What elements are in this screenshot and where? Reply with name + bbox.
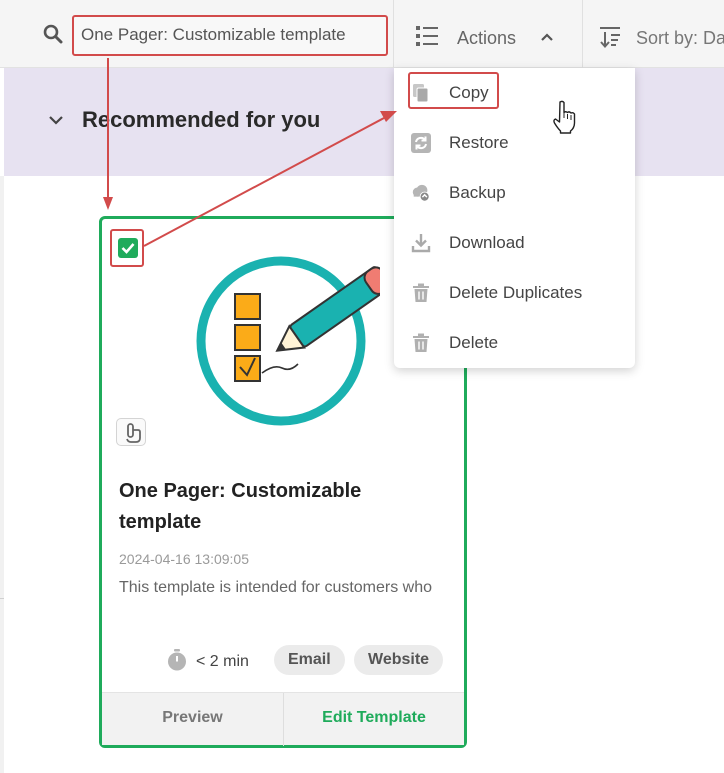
search-icon[interactable] — [43, 24, 63, 44]
sort-label: Sort by: Da — [636, 28, 724, 48]
trash-icon — [413, 283, 429, 302]
touch-icon — [116, 418, 146, 446]
card-title: One Pager: Customizable template — [119, 480, 362, 533]
menu-item-label: Restore — [449, 133, 509, 152]
sort-icon — [600, 27, 620, 48]
search-input[interactable]: One Pager: Customizable template — [72, 15, 388, 56]
checkmark-icon — [121, 243, 135, 254]
copy-highlight-annotation — [408, 72, 499, 109]
menu-item-delete[interactable]: Delete — [394, 320, 635, 364]
actions-button[interactable]: Actions — [394, 0, 582, 68]
card-date: 2024-04-16 13:09:05 — [119, 551, 249, 567]
card-description: This template is intended for customers … — [119, 579, 433, 596]
download-icon — [411, 234, 431, 253]
card-checkbox-highlight — [110, 229, 144, 267]
search-input-value: One Pager: Customizable template — [81, 25, 346, 44]
timer-icon — [168, 649, 186, 671]
tag-website: Website — [354, 645, 444, 675]
menu-item-restore[interactable]: Restore — [394, 120, 635, 164]
actions-menu: Copy Restore Backup Download Delete Dupl… — [394, 68, 635, 368]
hand-cursor-icon — [553, 100, 576, 134]
card-footer: Preview Edit Template — [102, 692, 464, 746]
left-edge — [0, 176, 4, 773]
menu-item-download[interactable]: Download — [394, 220, 635, 264]
trash-icon — [413, 333, 429, 352]
menu-item-delete-duplicates[interactable]: Delete Duplicates — [394, 270, 635, 314]
tag-email: Email — [274, 645, 345, 675]
restore-icon — [411, 133, 431, 153]
menu-item-label: Delete Duplicates — [449, 283, 583, 302]
actions-label: Actions — [457, 28, 517, 48]
time-estimate: < 2 min — [196, 653, 249, 670]
card-checkbox[interactable] — [118, 238, 138, 258]
toolbar: One Pager: Customizable template Actions… — [0, 0, 724, 68]
edit-template-button[interactable]: Edit Template — [284, 693, 464, 746]
chevron-up-icon — [541, 33, 553, 41]
left-divider — [0, 598, 4, 599]
menu-item-label: Delete — [449, 333, 499, 352]
chevron-down-icon[interactable] — [47, 113, 65, 127]
template-illustration — [196, 256, 380, 426]
preview-button[interactable]: Preview — [102, 693, 283, 746]
section-title: Recommended for you — [82, 107, 321, 132]
menu-item-backup[interactable]: Backup — [394, 170, 635, 214]
list-icon — [416, 26, 438, 46]
sort-button[interactable]: Sort by: Da — [583, 0, 724, 68]
cloud-backup-icon — [412, 184, 430, 202]
menu-item-label: Download — [449, 233, 525, 252]
menu-item-label: Backup — [449, 183, 506, 202]
